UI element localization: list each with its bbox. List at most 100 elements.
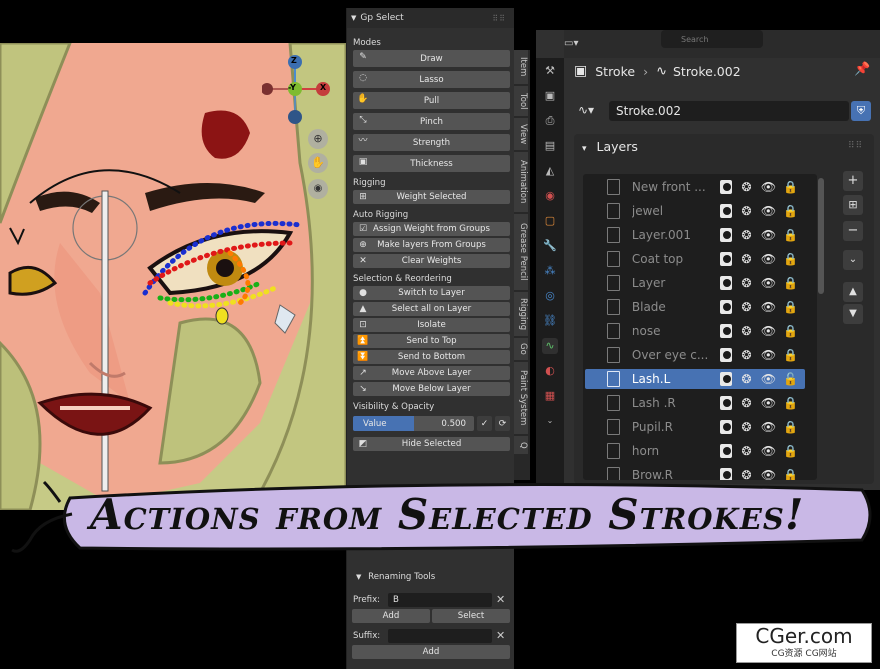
mode-lasso-button[interactable]: ◌ Lasso [353,71,510,88]
object-icon[interactable]: ▢ [542,213,558,229]
tab-go[interactable]: Go [514,338,528,360]
onion-skin-icon[interactable]: ❂ [739,252,754,266]
send-to-bottom-button[interactable]: ⏬ Send to Bottom [353,350,510,364]
confirm-check-icon[interactable]: ✓ [477,416,492,431]
onion-skin-icon[interactable]: ❂ [739,324,754,338]
tool-icon[interactable]: ⚒ [542,63,558,79]
eye-icon[interactable]: 👁 [761,228,776,242]
lock-icon[interactable]: 🔒 [783,276,798,290]
pin-icon[interactable]: 📌 [854,62,870,77]
camera-icon[interactable]: ◉ [308,179,328,199]
onion-skin-icon[interactable]: ❂ [739,180,754,194]
gp-select-header[interactable]: ▼ Gp Select ⠿⠿ [347,8,514,28]
layers-header[interactable]: ▾ Layers [582,139,638,154]
mask-toggle-icon[interactable] [719,228,733,242]
tab-grease-pencil[interactable]: Grease Pencil [514,214,528,290]
view-layer-icon[interactable]: ▤ [542,138,558,154]
onion-skin-icon[interactable]: ❂ [739,300,754,314]
prefix-input[interactable]: B [388,593,492,607]
stroke-data-icon[interactable]: ∿ [542,338,558,354]
layer-row[interactable]: Lash.L ❂ 👁 🔓 [585,369,805,389]
eye-icon[interactable]: 👁 [761,276,776,290]
lock-icon[interactable]: 🔒 [783,348,798,362]
eye-icon[interactable]: 👁 [761,300,776,314]
lock-icon[interactable]: 🔒 [783,180,798,194]
mask-toggle-icon[interactable] [719,204,733,218]
layer-row[interactable]: New front ... ❂ 👁 🔒 [585,177,805,197]
onion-skin-icon[interactable]: ❂ [739,372,754,386]
move-above-layer-button[interactable]: ↗ Move Above Layer [353,366,510,380]
assign-weight-button[interactable]: ☑ Assign Weight from Groups [353,222,510,236]
layer-row[interactable]: jewel ❂ 👁 🔒 [585,201,805,221]
send-to-top-button[interactable]: ⏫ Send to Top [353,334,510,348]
add-layer-group-button[interactable]: ⊞ [843,195,863,215]
move-below-layer-button[interactable]: ↘ Move Below Layer [353,382,510,396]
layer-specials-button[interactable]: ⌄ [843,250,863,270]
physics-icon[interactable]: ◎ [542,288,558,304]
mode-pinch-button[interactable]: ⤡ Pinch [353,113,510,130]
lock-icon[interactable]: 🔒 [783,204,798,218]
tab-item[interactable]: Item [514,50,528,84]
lock-icon[interactable]: 🔒 [783,396,798,410]
mask-toggle-icon[interactable] [719,348,733,362]
make-layers-button[interactable]: ⊕ Make layers From Groups [353,238,510,252]
layer-row[interactable]: Over eye c... ❂ 👁 🔒 [585,345,805,365]
eye-icon[interactable]: 👁 [761,204,776,218]
layer-row[interactable]: horn ❂ 👁 🔒 [585,441,805,461]
lock-icon[interactable]: 🔒 [783,420,798,434]
prefix-add-button[interactable]: Add [352,609,430,623]
scene-icon[interactable]: ◭ [542,163,558,179]
layer-list-scrollbar[interactable] [818,178,824,294]
layer-row[interactable]: Pupil.R ❂ 👁 🔒 [585,417,805,437]
mode-thickness-button[interactable]: ▣ Thickness [353,155,510,172]
render-icon[interactable]: ▣ [542,88,558,104]
layer-row[interactable]: Coat top ❂ 👁 🔒 [585,249,805,269]
mode-strength-button[interactable]: 〰 Strength [353,134,510,151]
more-chevron-icon[interactable]: ⌄ [542,413,558,429]
tab-q[interactable]: Q [514,436,528,454]
mask-toggle-icon[interactable] [719,300,733,314]
eye-icon[interactable]: 👁 [761,252,776,266]
clear-prefix-icon[interactable]: ✕ [496,593,505,606]
mask-toggle-icon[interactable] [719,276,733,290]
eye-icon[interactable]: 👁 [761,444,776,458]
onion-skin-icon[interactable]: ❂ [739,348,754,362]
output-icon[interactable]: ⎙ [542,113,558,129]
fake-user-shield-icon[interactable]: ⛨ [851,101,871,121]
tab-view[interactable]: View [514,118,528,150]
editor-type-icon[interactable]: ▭▾ [564,38,578,49]
tab-rigging[interactable]: Rigging [514,292,528,336]
onion-skin-icon[interactable]: ❂ [739,420,754,434]
material-icon[interactable]: ◐ [542,363,558,379]
lock-icon[interactable]: 🔓 [783,372,798,386]
lock-icon[interactable]: 🔒 [783,444,798,458]
tab-paint-system[interactable]: Paint System [514,362,528,434]
refresh-icon[interactable]: ⟳ [495,416,510,431]
layer-row[interactable]: nose ❂ 👁 🔒 [585,321,805,341]
data-browse-button[interactable]: ∿▾ [578,103,594,117]
viewport-3d[interactable]: Z X -Y ⊕ ✋ ◉ [0,43,346,510]
layer-row[interactable]: Lash .R ❂ 👁 🔒 [585,393,805,413]
remove-layer-button[interactable]: − [843,221,863,241]
onion-skin-icon[interactable]: ❂ [739,276,754,290]
navigation-gizmo[interactable]: Z X -Y [262,55,332,125]
world-icon[interactable]: ◉ [542,188,558,204]
zoom-icon[interactable]: ⊕ [308,129,328,149]
breadcrumb-data[interactable]: Stroke.002 [673,64,741,79]
layer-row[interactable]: Blade ❂ 👁 🔒 [585,297,805,317]
move-layer-down-button[interactable]: ▼ [843,304,863,324]
drag-grip-icon[interactable]: ⠿⠿ [848,141,863,151]
breadcrumb-object[interactable]: Stroke [595,64,635,79]
mode-pull-button[interactable]: ✋ Pull [353,92,510,109]
clear-suffix-icon[interactable]: ✕ [496,629,505,642]
mode-draw-button[interactable]: ✎ Draw [353,50,510,67]
mask-toggle-icon[interactable] [719,180,733,194]
onion-skin-icon[interactable]: ❂ [739,396,754,410]
layer-row[interactable]: Layer ❂ 👁 🔒 [585,273,805,293]
lock-icon[interactable]: 🔒 [783,228,798,242]
prefix-select-button[interactable]: Select [432,609,510,623]
properties-search-input[interactable]: Search [661,30,763,48]
hide-selected-button[interactable]: ◩ Hide Selected [353,437,510,451]
onion-skin-icon[interactable]: ❂ [739,204,754,218]
eye-icon[interactable]: 👁 [761,180,776,194]
